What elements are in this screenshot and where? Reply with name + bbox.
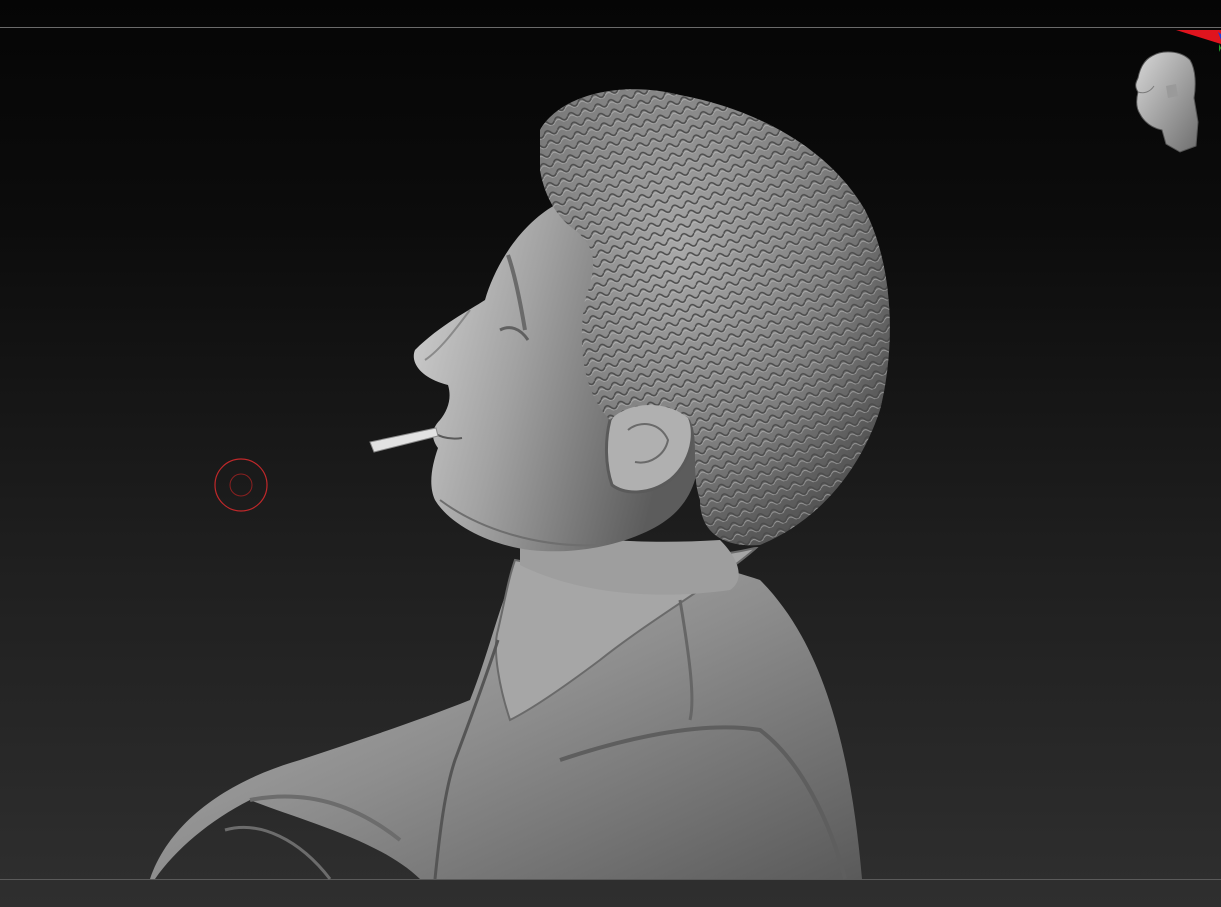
- sculpt-viewport[interactable]: [0, 0, 1221, 907]
- x-axis-arrow: [1176, 30, 1221, 44]
- cigarette: [369, 427, 439, 453]
- brush-ring-icon[interactable]: [213, 457, 269, 513]
- shirt-body: [150, 546, 862, 880]
- orientation-head-icon[interactable]: [1122, 26, 1221, 158]
- sculpted-bust-model[interactable]: [0, 0, 1221, 907]
